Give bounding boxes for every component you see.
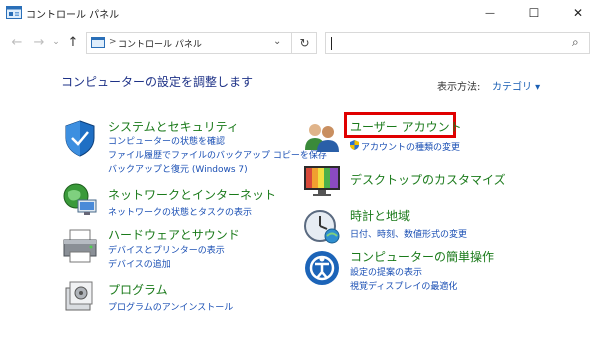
back-button[interactable]: ← (8, 33, 26, 51)
control-panel-icon (6, 6, 22, 19)
address-dropdown-icon[interactable]: ⌄ (273, 36, 281, 47)
forward-button[interactable]: → (30, 33, 48, 51)
view-by-label: 表示方法: (437, 82, 481, 93)
maximize-button[interactable]: ☐ (512, 0, 556, 26)
category-title-desktop[interactable]: デスクトップのカスタマイズ (350, 171, 506, 188)
chevron-down-icon: ⌄ (52, 37, 60, 47)
link-uninstall-program[interactable]: プログラムのアンインストール (108, 300, 233, 313)
link-suggested-settings[interactable]: 設定の提案の表示 (350, 265, 422, 278)
back-arrow-icon: ← (11, 34, 23, 50)
up-button[interactable]: ↑ (64, 33, 82, 51)
minimize-button[interactable]: — (468, 0, 512, 26)
view-by-dropdown[interactable]: カテゴリ ▾ (492, 78, 540, 93)
address-box[interactable]: > コントロール パネル ⌄ (86, 32, 317, 54)
search-icon: ⌕ (572, 35, 579, 49)
dropdown-history-button[interactable]: ⌄ (47, 33, 65, 51)
link-add-device[interactable]: デバイスの追加 (108, 257, 171, 270)
up-arrow-icon: ↑ (67, 34, 79, 50)
link-change-date-time[interactable]: 日付、時刻、数値形式の変更 (350, 227, 467, 240)
link-check-status[interactable]: コンピューターの状態を確認 (108, 134, 225, 147)
network-icon[interactable] (60, 180, 100, 220)
category-title-ease-of-access[interactable]: コンピューターの簡単操作 (350, 248, 494, 265)
category-title-clock-region[interactable]: 時計と地域 (350, 207, 410, 224)
link-file-history-backup[interactable]: ファイル履歴でファイルのバックアップ コピーを保存 (108, 148, 327, 161)
desktop-icon[interactable] (302, 160, 342, 200)
close-button[interactable]: ✕ (556, 0, 600, 26)
text-caret (331, 37, 332, 50)
uac-shield-icon (350, 140, 359, 150)
printer-icon[interactable] (60, 226, 100, 266)
close-icon: ✕ (572, 6, 584, 20)
control-panel-small-icon (91, 37, 105, 48)
minimize-icon: — (485, 7, 495, 19)
category-title-programs[interactable]: プログラム (108, 281, 168, 298)
shield-icon[interactable] (60, 118, 100, 158)
breadcrumb-path[interactable]: コントロール パネル (118, 37, 202, 50)
maximize-icon: ☐ (528, 6, 540, 20)
search-input[interactable]: ⌕ (325, 32, 590, 54)
category-title-system-security[interactable]: システムとセキュリティ (108, 118, 239, 135)
refresh-button[interactable]: ↻ (291, 32, 317, 54)
users-icon[interactable] (302, 118, 342, 158)
category-title-network[interactable]: ネットワークとインターネット (108, 186, 276, 203)
link-network-status[interactable]: ネットワークの状態とタスクの表示 (108, 205, 252, 218)
link-backup-restore[interactable]: バックアップと復元 (Windows 7) (108, 162, 248, 175)
page-title: コンピューターの設定を調整します (61, 75, 254, 89)
breadcrumb-separator: > (109, 37, 117, 47)
forward-arrow-icon: → (33, 34, 45, 50)
link-change-account-type[interactable]: アカウントの種類の変更 (361, 140, 460, 153)
refresh-icon: ↻ (299, 36, 310, 50)
window-title: コントロール パネル (26, 10, 120, 21)
ease-of-access-icon[interactable] (302, 248, 342, 288)
category-title-user-accounts[interactable]: ユーザー アカウント (350, 118, 462, 135)
category-title-hardware-sound[interactable]: ハードウェアとサウンド (108, 226, 240, 243)
link-devices-printers[interactable]: デバイスとプリンターの表示 (108, 243, 225, 256)
link-optimize-display[interactable]: 視覚ディスプレイの最適化 (350, 279, 457, 292)
clock-icon[interactable] (302, 206, 342, 246)
title-bar: コントロール パネル — ☐ ✕ (0, 0, 600, 26)
navigation-bar: ← → ⌄ ↑ > コントロール パネル ⌄ ↻ ⌕ (0, 26, 600, 60)
programs-icon[interactable] (60, 276, 100, 316)
